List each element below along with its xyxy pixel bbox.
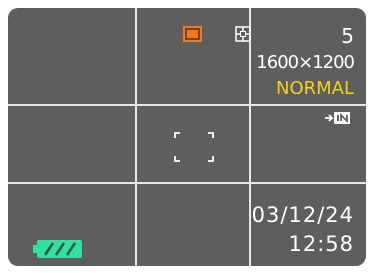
internal-memory-icon	[325, 112, 350, 124]
battery-full-icon	[33, 240, 82, 258]
time-display: 12:58	[288, 232, 354, 256]
focus-mode-icon	[235, 26, 251, 42]
grid-line-horizontal-top	[8, 104, 366, 106]
flash-mode-icon	[183, 26, 202, 42]
grid-line-vertical-left	[135, 8, 137, 266]
date-display: 03/12/24	[251, 203, 354, 227]
camera-lcd-screen: 5 1600×1200 NORMAL 03/12/24 12:58	[8, 8, 366, 266]
image-quality: NORMAL	[275, 78, 354, 99]
grid-line-horizontal-bottom	[8, 182, 366, 184]
grid-line-vertical-right	[249, 8, 251, 266]
shots-remaining: 5	[341, 24, 354, 48]
image-size: 1600×1200	[256, 52, 355, 73]
autofocus-frame	[174, 132, 214, 162]
